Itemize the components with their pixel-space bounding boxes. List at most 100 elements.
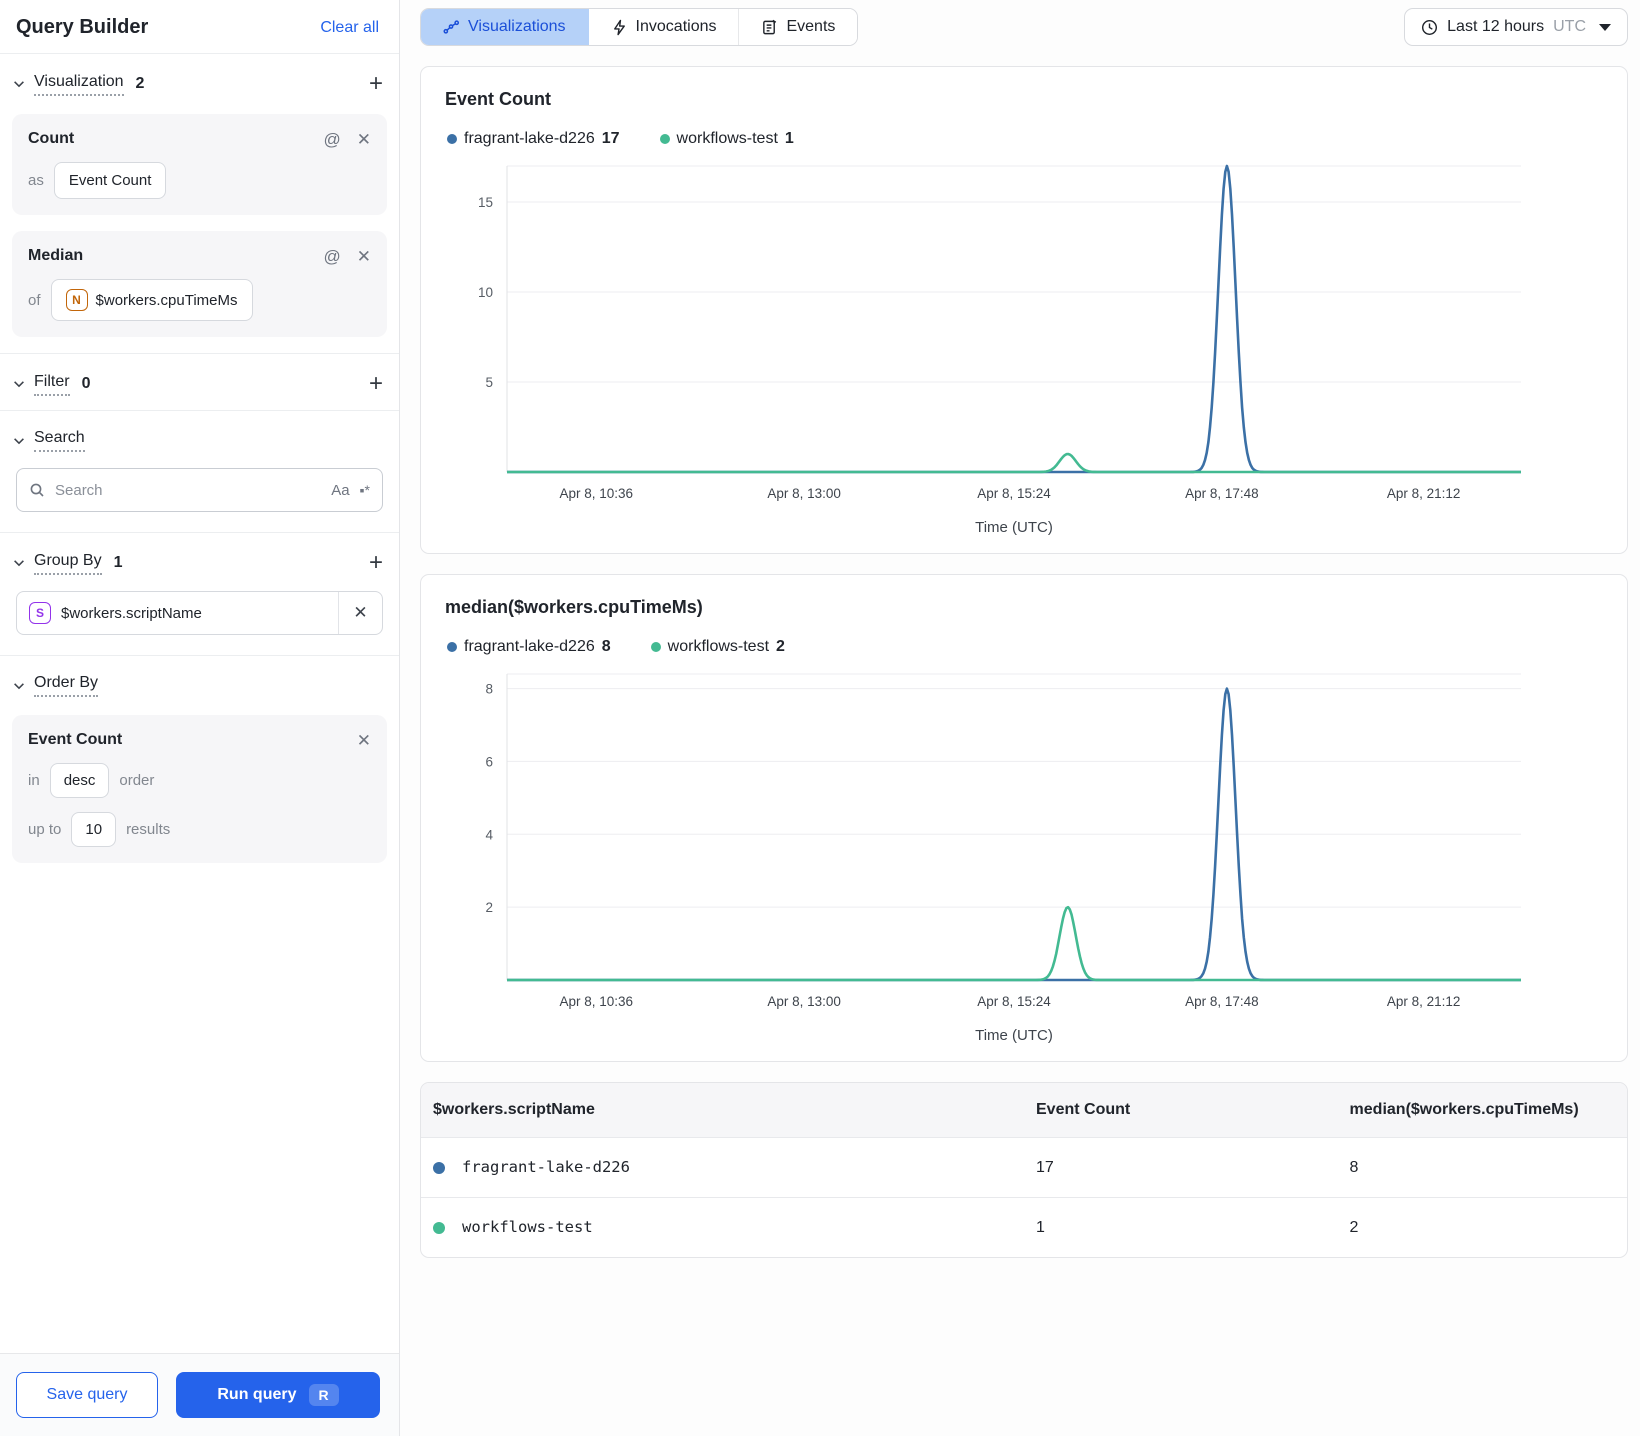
order-by-section-label[interactable]: Order By: [34, 674, 99, 697]
sidebar-footer: Save query Run query R: [0, 1353, 399, 1436]
table-row[interactable]: workflows-test 1 2: [421, 1197, 1627, 1257]
filter-section-header: Filter 0 +: [0, 354, 399, 410]
order-direction-select[interactable]: desc: [49, 763, 110, 798]
svg-text:Time (UTC): Time (UTC): [975, 519, 1053, 536]
legend-series-value: 2: [776, 638, 785, 655]
add-filter-button[interactable]: +: [369, 372, 383, 396]
remove-order-by-icon[interactable]: ✕: [357, 732, 371, 749]
chevron-down-icon[interactable]: [12, 556, 26, 570]
legend-series-value: 8: [601, 638, 611, 655]
timezone-label: UTC: [1553, 18, 1586, 35]
svg-text:Apr 8, 13:00: Apr 8, 13:00: [767, 994, 841, 1009]
legend-series-value: 17: [601, 130, 620, 147]
tab-invocations[interactable]: Invocations: [588, 9, 740, 45]
clear-all-button[interactable]: Clear all: [320, 19, 379, 37]
number-type-icon: N: [65, 289, 88, 311]
query-builder-sidebar: Query Builder Clear all Visualization 2 …: [0, 0, 400, 1436]
line-chart-icon: [443, 19, 460, 34]
chevron-down-icon[interactable]: [12, 77, 26, 91]
table-row[interactable]: fragrant-lake-d226 17 8: [421, 1137, 1627, 1198]
svg-text:Apr 8, 10:36: Apr 8, 10:36: [559, 994, 633, 1009]
visualization-card-title: Median: [28, 247, 84, 264]
view-tabs: Visualizations Invocations Events: [420, 8, 859, 46]
column-median: median($workers.cpuTimeMs): [1349, 1101, 1579, 1118]
run-shortcut-badge: R: [308, 1384, 339, 1406]
order-by-card: Event Count ✕ in desc order up to 10 res…: [12, 715, 387, 863]
group-by-section-header: Group By 1 +: [0, 533, 399, 589]
median-value: 2: [1337, 1197, 1627, 1257]
add-visualization-button[interactable]: +: [369, 72, 383, 96]
remove-visualization-icon[interactable]: ✕: [357, 248, 371, 265]
time-range-dropdown[interactable]: Last 12 hours UTC: [1404, 8, 1628, 46]
order-by-section-header: Order By: [0, 656, 399, 711]
events-doc-icon: [763, 19, 777, 34]
as-label: as: [28, 172, 44, 189]
chevron-down-icon[interactable]: [12, 679, 26, 693]
results-table: $workers.scriptName Event Count median($…: [421, 1083, 1627, 1257]
event-count-value: 1: [1024, 1197, 1338, 1257]
remove-group-by-icon[interactable]: ✕: [338, 592, 382, 634]
lightning-icon: [613, 19, 625, 35]
chart-legend: fragrant-lake-d226 17 workflows-test 1: [447, 130, 1603, 148]
remove-visualization-icon[interactable]: ✕: [357, 131, 371, 148]
legend-item[interactable]: workflows-test 2: [650, 638, 785, 656]
svg-text:10: 10: [478, 285, 493, 300]
event-count-line-chart[interactable]: 5 10 15 Apr 8, 10:36 Apr 8, 13:00 Apr 8, 15:2…: [445, 154, 1525, 538]
search-section-header: Search: [0, 411, 399, 466]
sidebar-body: Visualization 2 + Count @ ✕ as Event Cou…: [0, 54, 399, 1353]
match-case-icon[interactable]: Aa: [331, 482, 349, 499]
svg-text:Apr 8, 15:24: Apr 8, 15:24: [977, 486, 1051, 501]
median-cputime-line-chart[interactable]: 2 4 6 8 Apr 8, 10:36 Apr 8, 13:00 Apr 8, 15:24…: [445, 662, 1525, 1046]
search-section-label[interactable]: Search: [34, 429, 85, 452]
svg-text:8: 8: [485, 682, 493, 697]
svg-text:Apr 8, 13:00: Apr 8, 13:00: [767, 486, 841, 501]
search-icon: [30, 483, 44, 497]
group-by-section-label[interactable]: Group By: [34, 552, 102, 575]
legend-item[interactable]: fragrant-lake-d226 17: [447, 130, 620, 148]
in-label: in: [28, 772, 40, 789]
svg-text:5: 5: [485, 375, 493, 390]
caret-down-icon: [1599, 23, 1611, 31]
column-event-count: Event Count: [1036, 1101, 1131, 1118]
alias-icon[interactable]: @: [323, 131, 340, 148]
svg-text:2: 2: [485, 900, 493, 915]
svg-text:Apr 8, 17:48: Apr 8, 17:48: [1185, 994, 1259, 1009]
group-by-field: $workers.scriptName: [61, 604, 202, 622]
visualization-section-header: Visualization 2 +: [0, 54, 399, 110]
clock-icon: [1422, 19, 1438, 35]
legend-dot: [447, 134, 457, 144]
legend-item[interactable]: workflows-test 1: [659, 130, 794, 148]
chevron-down-icon[interactable]: [12, 434, 26, 448]
visualization-card-count: Count @ ✕ as Event Count: [12, 114, 387, 215]
svg-text:Apr 8, 17:48: Apr 8, 17:48: [1185, 486, 1259, 501]
order-label: order: [119, 772, 155, 789]
group-by-count: 1: [113, 554, 123, 571]
regex-icon[interactable]: ▪*: [360, 482, 370, 498]
of-label: of: [28, 291, 41, 309]
visualization-alias-value[interactable]: Event Count: [53, 162, 167, 199]
search-input[interactable]: [55, 481, 322, 499]
alias-icon[interactable]: @: [323, 248, 340, 265]
result-limit-input[interactable]: 10: [71, 812, 117, 847]
run-query-button[interactable]: Run query R: [176, 1372, 380, 1418]
svg-text:15: 15: [478, 195, 493, 210]
app-root: Query Builder Clear all Visualization 2 …: [0, 0, 1640, 1436]
svg-text:Apr 8, 21:12: Apr 8, 21:12: [1387, 994, 1461, 1009]
legend-item[interactable]: fragrant-lake-d226 8: [447, 638, 611, 656]
add-group-by-button[interactable]: +: [369, 551, 383, 575]
chevron-down-icon[interactable]: [12, 377, 26, 391]
filter-section-label[interactable]: Filter: [34, 373, 70, 396]
save-query-button[interactable]: Save query: [16, 1372, 158, 1418]
column-script-name: $workers.scriptName: [433, 1101, 595, 1118]
group-by-item[interactable]: S $workers.scriptName ✕: [16, 591, 383, 635]
series-color-dot: [433, 1221, 445, 1234]
tab-events[interactable]: Events: [739, 9, 858, 45]
page-title: Query Builder: [16, 16, 149, 38]
visualization-section-label[interactable]: Visualization: [34, 73, 124, 96]
table-header-row: $workers.scriptName Event Count median($…: [421, 1083, 1627, 1138]
tab-visualizations[interactable]: Visualizations: [421, 9, 589, 45]
svg-text:Apr 8, 10:36: Apr 8, 10:36: [559, 486, 633, 501]
legend-dot: [650, 642, 661, 652]
median-field-value[interactable]: N $workers.cpuTimeMs: [50, 279, 253, 321]
legend-dot: [447, 642, 457, 652]
